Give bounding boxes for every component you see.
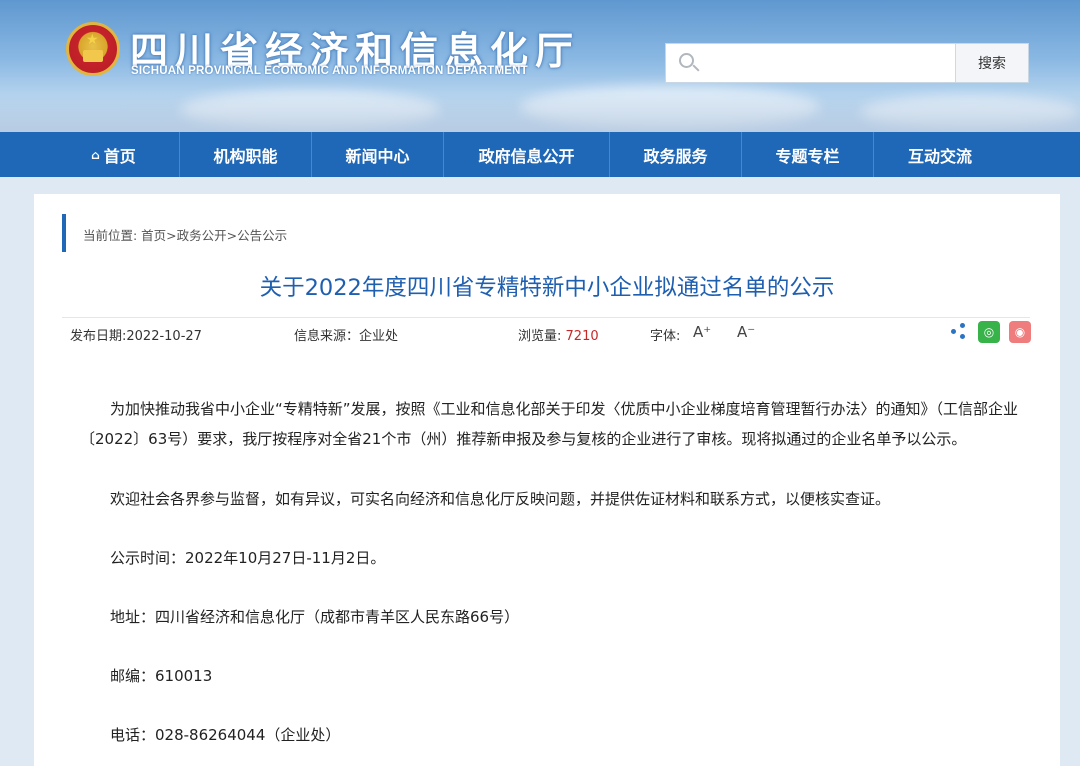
paragraph: 邮编：610013 — [110, 667, 213, 685]
weibo-icon[interactable]: ◉ — [1009, 321, 1031, 343]
paragraph: 为加快推动我省中小企业“专精特新”发展，按照《工业和信息化部关于印发〈优质中小企… — [80, 400, 1019, 448]
header-banner: ★ 四川省经济和信息化厅 SICHUAN PROVINCIAL ECONOMIC… — [0, 0, 1080, 132]
home-icon: ⌂ — [91, 147, 100, 162]
view-count-value: 7210 — [565, 329, 599, 344]
nav-item-home[interactable]: ⌂ 首页 — [48, 132, 180, 177]
search-icon — [666, 44, 706, 82]
article-title: 关于2022年度四川省专精特新中小企业拟通过名单的公示 — [259, 275, 835, 301]
nav-item-label: 机构职能 — [213, 146, 278, 166]
nav-item-news[interactable]: 新闻中心 — [312, 132, 444, 177]
search-box: 搜索 — [665, 43, 1029, 83]
main-nav: ⌂ 首页 机构职能 新闻中心 政府信息公开 政务服务 专题专栏 互动交流 — [0, 132, 1080, 177]
site-subtitle: SICHUAN PROVINCIAL ECONOMIC AND INFORMAT… — [131, 65, 528, 77]
info-source: 信息来源：企业处 — [294, 329, 399, 344]
font-increase-button[interactable]: A⁺ — [693, 323, 711, 341]
view-count-label: 浏览量: — [518, 329, 562, 344]
content-card: 当前位置: 首页>政务公开>公告公示 关于2022年度四川省专精特新中小企业拟通… — [34, 194, 1060, 766]
nav-item-label: 政务服务 — [643, 146, 708, 166]
skyline-decoration — [0, 92, 1080, 132]
nav-item-label: 政府信息公开 — [478, 146, 575, 166]
article-meta: 发布日期:2022-10-27 信息来源：企业处 浏览量: 7210 字体: A… — [62, 317, 1031, 344]
nav-item-label: 专题专栏 — [775, 146, 840, 166]
paragraph: 电话：028-86264044（企业处） — [110, 726, 341, 744]
breadcrumb[interactable]: 当前位置: 首页>政务公开>公告公示 — [83, 225, 287, 244]
nav-item-organization[interactable]: 机构职能 — [180, 132, 312, 177]
paragraph: 欢迎社会各界参与监督，如有异议，可实名向经济和信息化厅反映问题，并提供佐证材料和… — [110, 490, 891, 508]
wechat-icon[interactable]: ◎ — [978, 321, 1000, 343]
publish-date: 发布日期:2022-10-27 — [70, 329, 202, 344]
national-emblem-icon: ★ — [66, 22, 120, 76]
nav-item-label: 新闻中心 — [345, 146, 410, 166]
nav-item-label: 互动交流 — [907, 146, 972, 166]
view-count: 浏览量: 7210 — [518, 325, 599, 344]
search-button[interactable]: 搜索 — [955, 44, 1028, 82]
font-size-label: 字体: — [650, 329, 681, 344]
share-icon[interactable] — [949, 322, 967, 340]
article-body: 为加快推动我省中小企业“专精特新”发展，按照《工业和信息化部关于印发〈优质中小企… — [80, 394, 1020, 766]
nav-item-gov-info[interactable]: 政府信息公开 — [444, 132, 610, 177]
paragraph: 地址：四川省经济和信息化厅（成都市青羊区人民东路66号） — [110, 608, 520, 626]
font-decrease-button[interactable]: A⁻ — [737, 323, 755, 341]
paragraph: 公示时间：2022年10月27日-11月2日。 — [110, 549, 386, 567]
nav-item-topics[interactable]: 专题专栏 — [742, 132, 874, 177]
nav-item-label: 首页 — [103, 146, 136, 166]
search-input[interactable] — [706, 44, 955, 82]
breadcrumb-marker — [62, 214, 66, 252]
nav-item-services[interactable]: 政务服务 — [610, 132, 742, 177]
nav-item-interaction[interactable]: 互动交流 — [874, 132, 1006, 177]
